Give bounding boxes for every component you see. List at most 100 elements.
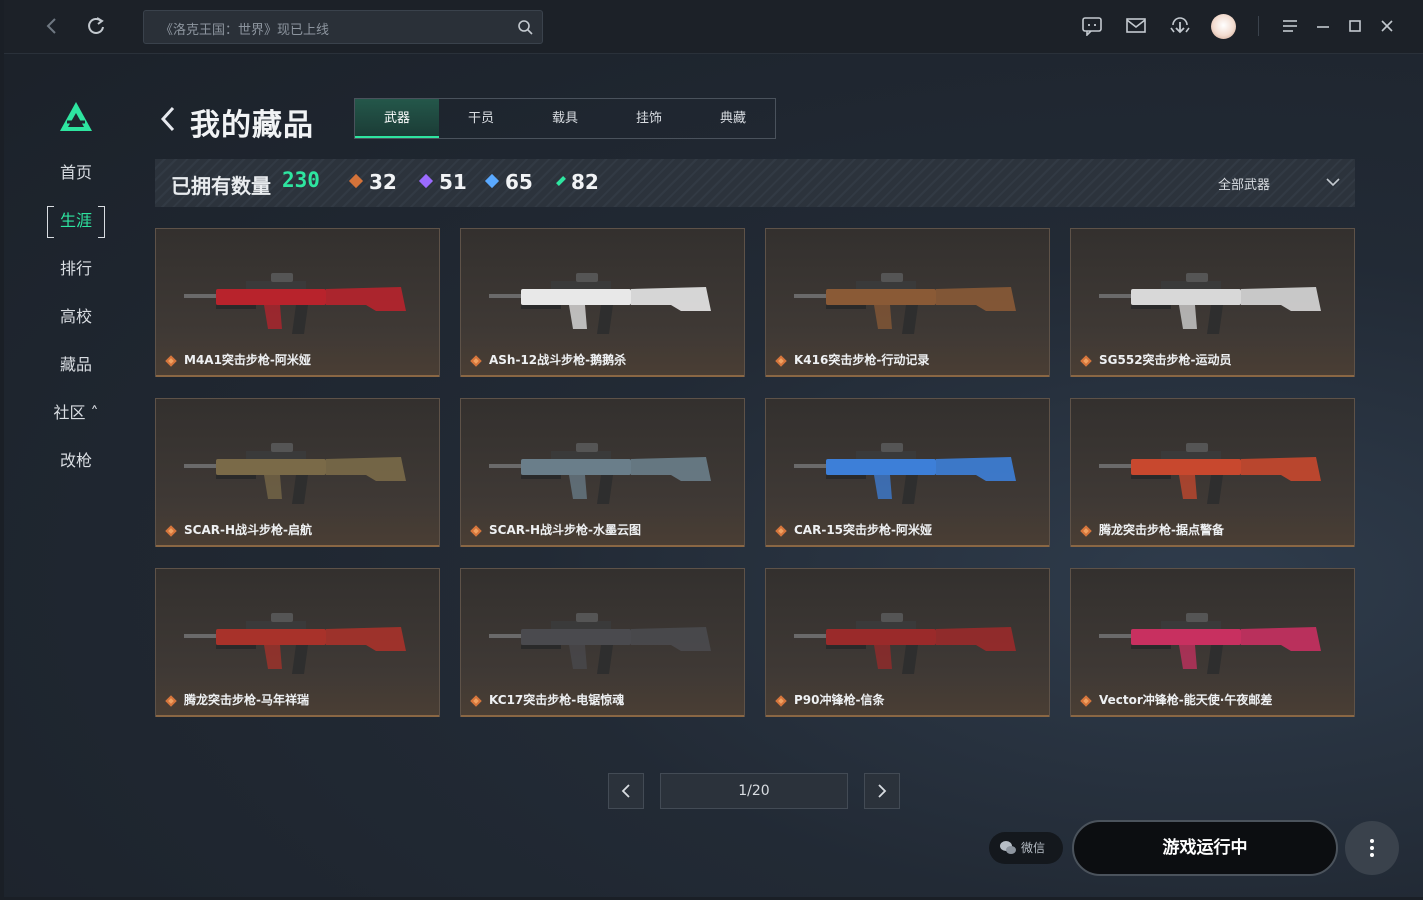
rarity-icon — [775, 695, 787, 707]
rarity-icon — [1080, 525, 1092, 537]
category-tabs: 武器 干员 载具 挂饰 典藏 — [354, 98, 776, 139]
wechat-icon — [1000, 841, 1016, 854]
weapon-name: SCAR-H战斗步枪-启航 — [184, 523, 312, 537]
app-window: 《洛克王国：世界》现已上线 首页 生涯 排行 高校 藏品 社区 ˄ 改枪 我的藏… — [4, 0, 1423, 897]
weapon-name: K416突击步枪-行动记录 — [794, 353, 930, 367]
weapon-name: M4A1突击步枪-阿米娅 — [184, 353, 311, 367]
rarity-icon — [775, 355, 787, 367]
rarity-count-green: 82 — [556, 170, 599, 194]
chevron-left-icon — [621, 784, 630, 798]
owned-label: 已拥有数量 — [171, 174, 271, 198]
tab-collection-items[interactable]: 典藏 — [691, 99, 775, 138]
rarity-icon — [470, 695, 482, 707]
tab-vehicles[interactable]: 载具 — [523, 99, 607, 138]
blue-gem-icon — [484, 173, 500, 189]
game-running-button[interactable]: 游戏运行中 — [1072, 820, 1338, 876]
search-placeholder: 《洛克王国：世界》现已上线 — [160, 23, 330, 38]
page-indicator: 1/20 — [660, 773, 848, 809]
next-page-button[interactable] — [864, 773, 900, 809]
chevron-down-icon[interactable] — [1325, 175, 1341, 189]
weapon-card[interactable]: SCAR-H战斗步枪-启航 — [155, 398, 440, 547]
weapon-name: 腾龙突击步枪-马年祥瑞 — [184, 693, 309, 707]
back-chevron-icon[interactable] — [158, 105, 178, 133]
weapon-card[interactable]: SG552突击步枪-运动员 — [1070, 228, 1355, 377]
wechat-label: 微信 — [1021, 841, 1046, 855]
weapon-name: KC17突击步枪-电锯惊魂 — [489, 693, 625, 707]
weapon-name: 腾龙突击步枪-据点警备 — [1099, 523, 1224, 537]
chevron-right-icon — [878, 784, 887, 798]
tab-operators[interactable]: 干员 — [439, 99, 523, 138]
mail-icon[interactable] — [1124, 14, 1148, 38]
weapon-name: ASh-12战斗步枪-鹅鹅杀 — [489, 353, 627, 367]
back-arrow-icon[interactable] — [40, 14, 64, 38]
stats-bar: 已拥有数量 230 32 51 65 82 全部武器 — [155, 159, 1355, 207]
rarity-icon — [165, 695, 177, 707]
weapon-card[interactable]: K416突击步枪-行动记录 — [765, 228, 1050, 377]
weapon-card[interactable]: SCAR-H战斗步枪-水墨云图 — [460, 398, 745, 547]
wechat-button[interactable]: 微信 — [989, 832, 1063, 864]
orange-gem-icon — [348, 173, 364, 189]
weapon-image — [794, 443, 1016, 504]
weapon-card[interactable]: CAR-15突击步枪-阿米娅 — [765, 398, 1050, 547]
rarity-icon — [1080, 695, 1092, 707]
search-icon[interactable] — [517, 19, 533, 35]
weapon-filter-dropdown[interactable]: 全部武器 — [1218, 174, 1270, 193]
weapon-image — [489, 443, 711, 504]
tab-charms[interactable]: 挂饰 — [607, 99, 691, 138]
sidebar-item-gunsmith[interactable]: 改枪 — [44, 446, 108, 476]
rarity-icon — [470, 525, 482, 537]
weapon-image — [1099, 443, 1321, 504]
top-bar: 《洛克王国：世界》现已上线 — [4, 0, 1423, 54]
rarity-count-purple: 51 — [418, 170, 467, 194]
sidebar-item-career[interactable]: 生涯 — [44, 206, 108, 238]
rarity-icon — [1080, 355, 1092, 367]
app-logo-icon[interactable] — [58, 100, 94, 134]
weapon-card[interactable]: 腾龙突击步枪-据点警备 — [1070, 398, 1355, 547]
rarity-icon — [165, 525, 177, 537]
chat-icon[interactable] — [1080, 14, 1104, 38]
refresh-icon[interactable] — [84, 14, 108, 38]
weapon-card[interactable]: KC17突击步枪-电锯惊魂 — [460, 568, 745, 717]
rarity-icon — [775, 525, 787, 537]
weapon-card[interactable]: P90冲锋枪-信条 — [765, 568, 1050, 717]
sidebar-item-college[interactable]: 高校 — [44, 302, 108, 332]
page-title: 我的藏品 — [190, 108, 314, 143]
user-avatar[interactable] — [1211, 14, 1236, 39]
weapon-image — [1099, 273, 1321, 334]
close-icon[interactable] — [1375, 14, 1399, 38]
rarity-icon — [165, 355, 177, 367]
weapon-image — [184, 443, 406, 504]
weapon-image — [489, 273, 711, 334]
rarity-icon — [470, 355, 482, 367]
weapon-image — [184, 273, 406, 334]
purple-gem-icon — [418, 173, 434, 189]
maximize-icon[interactable] — [1343, 14, 1367, 38]
weapon-card[interactable]: M4A1突击步枪-阿米娅 — [155, 228, 440, 377]
prev-page-button[interactable] — [608, 773, 644, 809]
download-icon[interactable] — [1168, 14, 1192, 38]
sidebar-item-collection[interactable]: 藏品 — [44, 350, 108, 380]
weapon-name: CAR-15突击步枪-阿米娅 — [794, 523, 932, 537]
green-gem-icon — [556, 176, 566, 186]
sidebar-item-ranking[interactable]: 排行 — [44, 254, 108, 284]
sidebar-item-home[interactable]: 首页 — [44, 158, 108, 188]
weapon-name: SCAR-H战斗步枪-水墨云图 — [489, 523, 641, 537]
weapon-name: P90冲锋枪-信条 — [794, 693, 885, 707]
search-input[interactable]: 《洛克王国：世界》现已上线 — [143, 10, 543, 44]
weapon-card[interactable]: 腾龙突击步枪-马年祥瑞 — [155, 568, 440, 717]
minimize-icon[interactable] — [1311, 14, 1335, 38]
weapon-image — [1099, 613, 1321, 674]
tab-weapons[interactable]: 武器 — [355, 99, 439, 138]
weapon-card[interactable]: ASh-12战斗步枪-鹅鹅杀 — [460, 228, 745, 377]
sidebar-item-community[interactable]: 社区 ˄ — [44, 398, 108, 428]
toolbar-divider — [1258, 16, 1259, 36]
rarity-count-orange: 32 — [348, 170, 397, 194]
weapon-image — [184, 613, 406, 674]
weapon-name: SG552突击步枪-运动员 — [1099, 353, 1232, 367]
weapon-name: Vector冲锋枪-能天使·午夜邮差 — [1099, 693, 1273, 707]
weapon-image — [489, 613, 711, 674]
more-options-button[interactable] — [1345, 821, 1399, 875]
menu-icon[interactable] — [1278, 14, 1302, 38]
weapon-image — [794, 273, 1016, 334]
weapon-card[interactable]: Vector冲锋枪-能天使·午夜邮差 — [1070, 568, 1355, 717]
